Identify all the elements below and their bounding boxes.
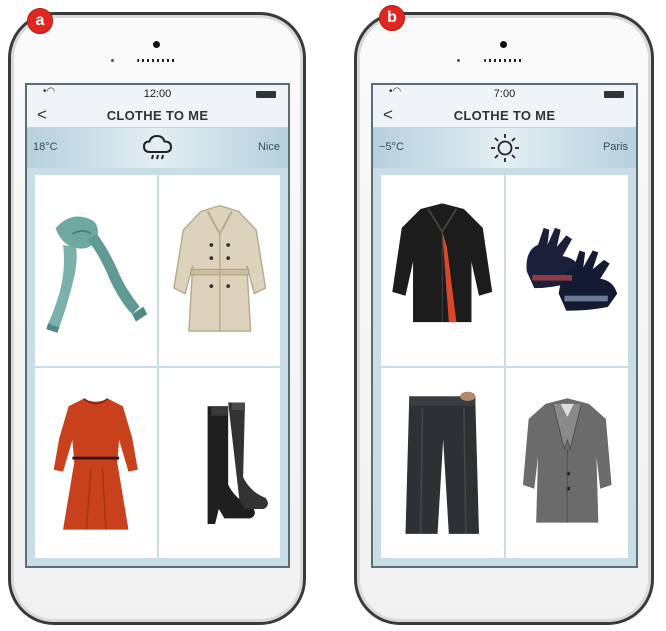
scarf-icon [46,216,148,333]
speaker-grille-icon [137,59,177,62]
status-bar: •◠ 12:00 [27,85,288,103]
red-dress-item[interactable] [35,367,157,558]
knit-gloves-item[interactable] [505,175,628,366]
trench-coat-item[interactable] [158,175,280,366]
status-time: 7:00 [493,88,516,100]
nav-bar: < CLOTHE TO ME [373,103,636,128]
outfit-grid [35,175,280,558]
front-camera-icon [500,41,507,48]
temperature-label: 18°C [33,141,58,153]
front-camera-icon [153,41,160,48]
black-coat-icon [392,203,493,323]
scarf-item[interactable] [35,175,157,366]
grey-blazer-item[interactable] [505,367,628,558]
city-label: Paris [602,141,628,153]
city-label: Nice [257,141,280,153]
status-time: 12:00 [143,88,172,100]
nav-bar: < CLOTHE TO ME [27,103,288,128]
label-badge-a: a [27,8,53,34]
black-coat-item[interactable] [381,175,504,366]
app-screen: •◠ 7:00 < CLOTHE TO ME −5°C Paris [371,83,638,568]
sun-icon [488,132,522,167]
app-title: CLOTHE TO ME [453,108,556,123]
red-dress-icon [53,397,138,530]
weather-bar: 18°C Nice [27,128,288,168]
phone-a: •◠ 12:00 < CLOTHE TO ME 18°C Nice [8,12,306,625]
knit-gloves-icon [525,227,617,311]
sensor-icon [457,59,460,62]
grey-blazer-icon [522,397,612,523]
speaker-grille-icon [484,59,524,62]
battery-icon [604,91,624,98]
grey-trousers-icon [405,391,479,534]
app-screen: •◠ 12:00 < CLOTHE TO ME 18°C Nice [25,83,290,568]
phone-b: •◠ 7:00 < CLOTHE TO ME −5°C Paris [354,12,654,625]
battery-icon [256,91,276,98]
weather-bar: −5°C Paris [373,128,636,168]
app-title: CLOTHE TO ME [106,108,209,123]
rain-cloud-icon [141,132,175,167]
temperature-label: −5°C [379,141,404,153]
black-boots-icon [207,402,268,524]
black-boots-item[interactable] [158,367,280,558]
trench-coat-icon [172,205,266,332]
grey-trousers-item[interactable] [381,367,504,558]
status-bar: •◠ 7:00 [373,85,636,103]
label-badge-b: b [379,5,405,31]
outfit-grid [381,175,628,558]
sensor-icon [111,59,114,62]
